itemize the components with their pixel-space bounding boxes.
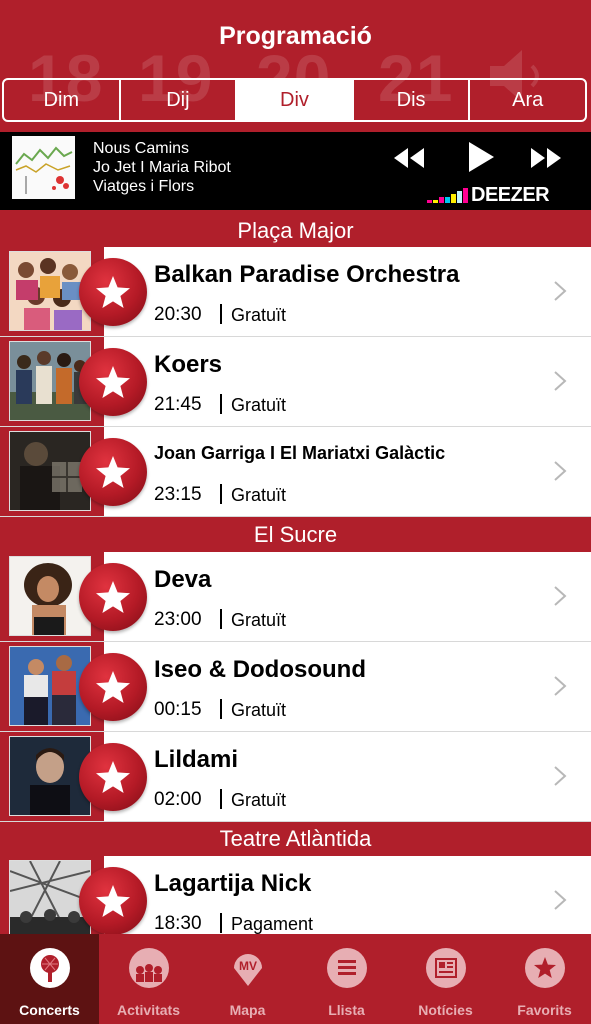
concert-time: 20:30 (154, 304, 202, 325)
chevron-right-icon (554, 281, 567, 301)
deezer-logo[interactable]: DEEZER (427, 184, 550, 207)
tab-label: Llista (328, 1002, 365, 1018)
star-icon (96, 761, 130, 793)
favorite-star-button[interactable] (79, 743, 147, 811)
star-icon (96, 366, 130, 398)
star-icon (96, 276, 130, 308)
tab-activitats[interactable]: Activitats (99, 934, 198, 1024)
concert-row[interactable]: Joan Garriga I El Mariatxi Galàctic 23:1… (0, 427, 591, 517)
player-artist: Jo Jet I Maria Ribot (93, 159, 231, 176)
deezer-wordmark: DEEZER (471, 184, 550, 206)
section-header: El Sucre (0, 518, 591, 552)
concert-row[interactable]: Deva 23:00 Gratuït (0, 552, 591, 642)
fast-forward-icon[interactable] (529, 146, 563, 170)
concert-price: Gratuït (231, 610, 287, 630)
chevron-right-icon (554, 371, 567, 391)
separator (220, 394, 222, 414)
deezer-bars-icon (427, 188, 468, 203)
chevron-right-icon (554, 586, 567, 606)
concert-row[interactable]: Koers 21:45 Gratuït (0, 337, 591, 427)
concert-name: Joan Garriga I El Mariatxi Galàctic (154, 443, 446, 463)
chevron-right-icon (554, 890, 567, 910)
concert-time: 00:15 (154, 699, 202, 720)
section-header: Plaça Major (0, 214, 591, 248)
tab-label: Favorits (517, 1002, 572, 1018)
tab-llista[interactable]: Llista (297, 934, 396, 1024)
favorite-star-button[interactable] (79, 563, 147, 631)
separator (220, 484, 222, 504)
favorite-star-button[interactable] (79, 653, 147, 721)
concert-price: Gratuït (231, 305, 287, 325)
player-track: Viatges i Flors (93, 178, 195, 195)
concert-row[interactable]: Balkan Paradise Orchestra 20:30 Gratuït (0, 247, 591, 337)
map-pin-icon: MV (234, 954, 262, 986)
concert-price: Gratuït (231, 395, 287, 415)
concert-name: Koers (154, 351, 223, 378)
concert-time: 23:15 (154, 484, 202, 505)
separator (220, 913, 222, 933)
tab-label: Activitats (116, 1002, 181, 1018)
concert-price: Pagament (231, 914, 314, 934)
concert-name: Deva (154, 566, 212, 593)
chevron-right-icon (554, 461, 567, 481)
play-icon[interactable] (466, 140, 496, 174)
tab-dim[interactable]: Dim (4, 80, 121, 120)
concert-price: Gratuït (231, 485, 287, 505)
tab-dij[interactable]: Dij (121, 80, 238, 120)
header: 18 19 20 21 Programació Dim Dij Div Dis … (0, 0, 591, 132)
tab-mapa[interactable]: MV Mapa (198, 934, 297, 1024)
star-icon (96, 456, 130, 488)
day-tabs: Dim Dij Div Dis Ara (2, 78, 587, 122)
favorite-star-button[interactable] (79, 438, 147, 506)
audience-icon (129, 948, 169, 988)
microphone-icon (30, 948, 70, 988)
tab-label: Notícies (418, 1002, 473, 1018)
concert-row[interactable]: Iseo & Dodosound 00:15 Gratuït (0, 642, 591, 732)
svg-text:MV: MV (239, 959, 257, 973)
album-cover[interactable] (12, 136, 75, 199)
concert-name: Lildami (154, 746, 239, 773)
section-header: Teatre Atlàntida (0, 822, 591, 856)
concert-row[interactable]: Lildami 02:00 Gratuït (0, 732, 591, 822)
page-title: Programació (219, 22, 372, 50)
player-album: Nous Camins (93, 140, 190, 157)
concert-row[interactable]: Lagartija Nick 18:30 Pagament (0, 856, 591, 946)
concert-price: Gratuït (231, 700, 287, 720)
list-icon (327, 948, 367, 988)
tab-label: Mapa (229, 1002, 266, 1018)
separator (220, 699, 222, 719)
concert-name: Iseo & Dodosound (154, 656, 366, 683)
concert-time: 18:30 (154, 913, 202, 934)
tab-noticies[interactable]: Notícies (396, 934, 495, 1024)
concert-time: 23:00 (154, 609, 202, 630)
separator (220, 789, 222, 809)
concert-time: 02:00 (154, 789, 202, 810)
tab-dis[interactable]: Dis (354, 80, 471, 120)
tab-label: Concerts (19, 1002, 80, 1018)
star-icon (96, 885, 130, 917)
newspaper-icon (426, 948, 466, 988)
star-icon (96, 581, 130, 613)
chevron-right-icon (554, 766, 567, 786)
separator (220, 609, 222, 629)
tab-div[interactable]: Div (237, 80, 354, 120)
favorite-star-button[interactable] (79, 258, 147, 326)
favorite-star-button[interactable] (79, 867, 147, 935)
tab-favorits[interactable]: Favorits (495, 934, 591, 1024)
favorite-star-button[interactable] (79, 348, 147, 416)
tab-ara[interactable]: Ara (470, 80, 585, 120)
star-icon (96, 671, 130, 703)
tab-concerts[interactable]: Concerts (0, 934, 99, 1024)
star-icon (525, 948, 565, 988)
concert-time: 21:45 (154, 394, 202, 415)
rewind-icon[interactable] (392, 146, 426, 170)
concert-name: Lagartija Nick (154, 870, 312, 897)
concert-price: Gratuït (231, 790, 287, 810)
separator (220, 304, 222, 324)
concert-name: Balkan Paradise Orchestra (154, 261, 460, 288)
chevron-right-icon (554, 676, 567, 696)
music-player: Nous Camins Jo Jet I Maria Ribot Viatges… (0, 132, 591, 210)
bottom-tab-bar: Concerts Activitats MV Mapa Llista Notíc… (0, 934, 591, 1024)
